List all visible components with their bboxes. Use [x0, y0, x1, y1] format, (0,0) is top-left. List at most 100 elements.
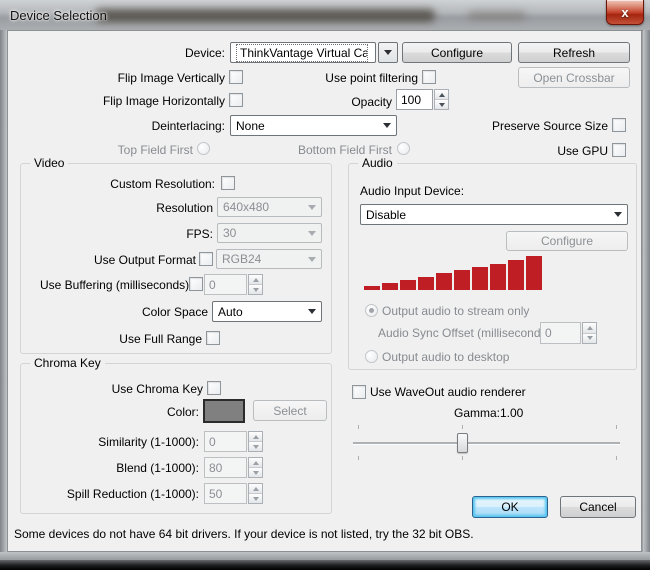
window-frame-left [0, 30, 7, 558]
buffering-label: Use Buffering (milliseconds): [40, 278, 186, 292]
full-range-checkbox[interactable] [206, 331, 220, 345]
audio-configure-button: Configure [506, 231, 628, 251]
configure-button[interactable]: Configure [402, 42, 512, 63]
waveout-label: Use WaveOut audio renderer [370, 385, 526, 399]
audio-input-device-value: Disable [366, 208, 406, 222]
audio-group-title: Audio [358, 156, 397, 170]
audio-level-bar [508, 260, 524, 290]
use-chroma-key-checkbox[interactable] [207, 381, 221, 395]
spin-up-icon [587, 326, 593, 330]
audio-level-bar [454, 270, 470, 290]
similarity-label: Similarity (1-1000): [60, 435, 199, 449]
window-frame-right [643, 30, 650, 558]
chevron-down-icon [614, 212, 622, 217]
similarity-value: 0 [204, 431, 247, 452]
opacity-spinner[interactable]: 100 [396, 89, 449, 110]
resolution-label: Resolution [95, 201, 213, 215]
spin-down-icon [587, 336, 593, 340]
chevron-down-icon [308, 257, 316, 262]
preserve-source-size-checkbox[interactable] [612, 118, 626, 132]
gamma-slider-thumb[interactable] [457, 433, 468, 453]
chroma-color-swatch [203, 399, 245, 423]
cancel-button[interactable]: Cancel [560, 496, 636, 518]
blend-value: 80 [204, 457, 247, 478]
slider-tick [616, 456, 617, 460]
audio-level-bar [400, 280, 416, 290]
spin-down-icon [253, 471, 259, 475]
open-crossbar-button: Open Crossbar [518, 67, 630, 88]
buffering-checkbox[interactable] [189, 277, 203, 291]
close-button[interactable]: x [606, 0, 644, 25]
slider-tick [358, 425, 359, 429]
gamma-value: 1.00 [500, 406, 523, 420]
spin-down-icon [253, 497, 259, 501]
audio-input-device-combobox[interactable]: Disable [360, 204, 628, 225]
spill-reduction-label: Spill Reduction (1-1000): [50, 487, 199, 501]
chroma-key-group-title: Chroma Key [30, 356, 105, 370]
fps-label: FPS: [95, 227, 213, 241]
waveout-checkbox[interactable] [352, 385, 366, 399]
audio-level-bar [490, 264, 506, 290]
opacity-value: 100 [396, 89, 433, 110]
flip-vertically-label: Flip Image Vertically [60, 71, 225, 85]
color-space-value: Auto [218, 305, 243, 319]
opacity-label: Opacity [310, 95, 392, 109]
spin-down-icon [253, 288, 259, 292]
device-combobox[interactable]: ThinkVantage Virtual Camera [230, 42, 376, 63]
blurred-background-window-title [95, 9, 435, 22]
window-shadow [0, 560, 650, 570]
chevron-down-icon [383, 123, 391, 128]
audio-sync-offset-label: Audio Sync Offset (milliseconds): [378, 326, 554, 340]
device-combobox-value: ThinkVantage Virtual Camera [236, 44, 368, 62]
chevron-down-icon [308, 205, 316, 210]
refresh-button[interactable]: Refresh [518, 42, 630, 63]
blend-label: Blend (1-1000): [80, 461, 199, 475]
buffering-value: 0 [204, 274, 247, 295]
fps-value: 30 [223, 226, 236, 240]
resolution-combobox: 640x480 [217, 197, 322, 217]
output-format-checkbox[interactable] [199, 252, 213, 266]
output-desktop-label: Output audio to desktop [382, 350, 509, 364]
color-space-label: Color Space [120, 305, 208, 319]
bottom-field-first-label: Bottom Field First [292, 143, 392, 157]
fps-combobox: 30 [217, 223, 322, 243]
custom-resolution-label: Custom Resolution: [95, 177, 215, 191]
spin-up-icon [253, 461, 259, 465]
use-gpu-checkbox[interactable] [612, 143, 626, 157]
audio-level-bar [364, 286, 380, 290]
spill-reduction-spinner: 50 [204, 483, 263, 504]
gamma-slider-track[interactable] [353, 442, 620, 445]
spin-up-icon [253, 487, 259, 491]
output-desktop-radio [365, 350, 378, 363]
audio-sync-offset-spinner: 0 [540, 322, 597, 344]
title-bar[interactable]: Device Selection [0, 0, 650, 31]
output-format-label: Use Output Format [78, 253, 196, 267]
use-chroma-key-label: Use Chroma Key [108, 382, 203, 396]
opacity-spin-buttons[interactable] [434, 89, 449, 110]
deinterlacing-combobox[interactable]: None [230, 115, 397, 136]
ok-button[interactable]: OK [472, 496, 548, 518]
chroma-color-label: Color: [140, 405, 199, 419]
flip-horizontally-checkbox[interactable] [229, 93, 243, 107]
close-icon: x [621, 6, 628, 19]
color-space-combobox[interactable]: Auto [212, 301, 322, 322]
video-group-title: Video [30, 156, 68, 170]
audio-sync-offset-value: 0 [540, 322, 581, 344]
custom-resolution-checkbox[interactable] [221, 176, 235, 190]
chroma-select-button: Select [253, 400, 327, 421]
similarity-spinner: 0 [204, 431, 263, 452]
device-combobox-dropdown-button[interactable] [378, 42, 398, 63]
resolution-value: 640x480 [223, 200, 269, 214]
spin-down-icon [253, 445, 259, 449]
blend-spinner: 80 [204, 457, 263, 478]
footer-note: Some devices do not have 64 bit drivers.… [14, 527, 474, 541]
spin-up-icon [439, 93, 445, 97]
spin-down-icon [439, 103, 445, 107]
flip-vertically-checkbox[interactable] [229, 70, 243, 84]
slider-tick [616, 425, 617, 429]
gamma-label: Gamma: [454, 406, 500, 420]
device-label: Device: [120, 46, 225, 60]
audio-input-device-label: Audio Input Device: [360, 184, 464, 198]
use-gpu-label: Use GPU [520, 144, 608, 158]
point-filtering-checkbox[interactable] [422, 70, 436, 84]
